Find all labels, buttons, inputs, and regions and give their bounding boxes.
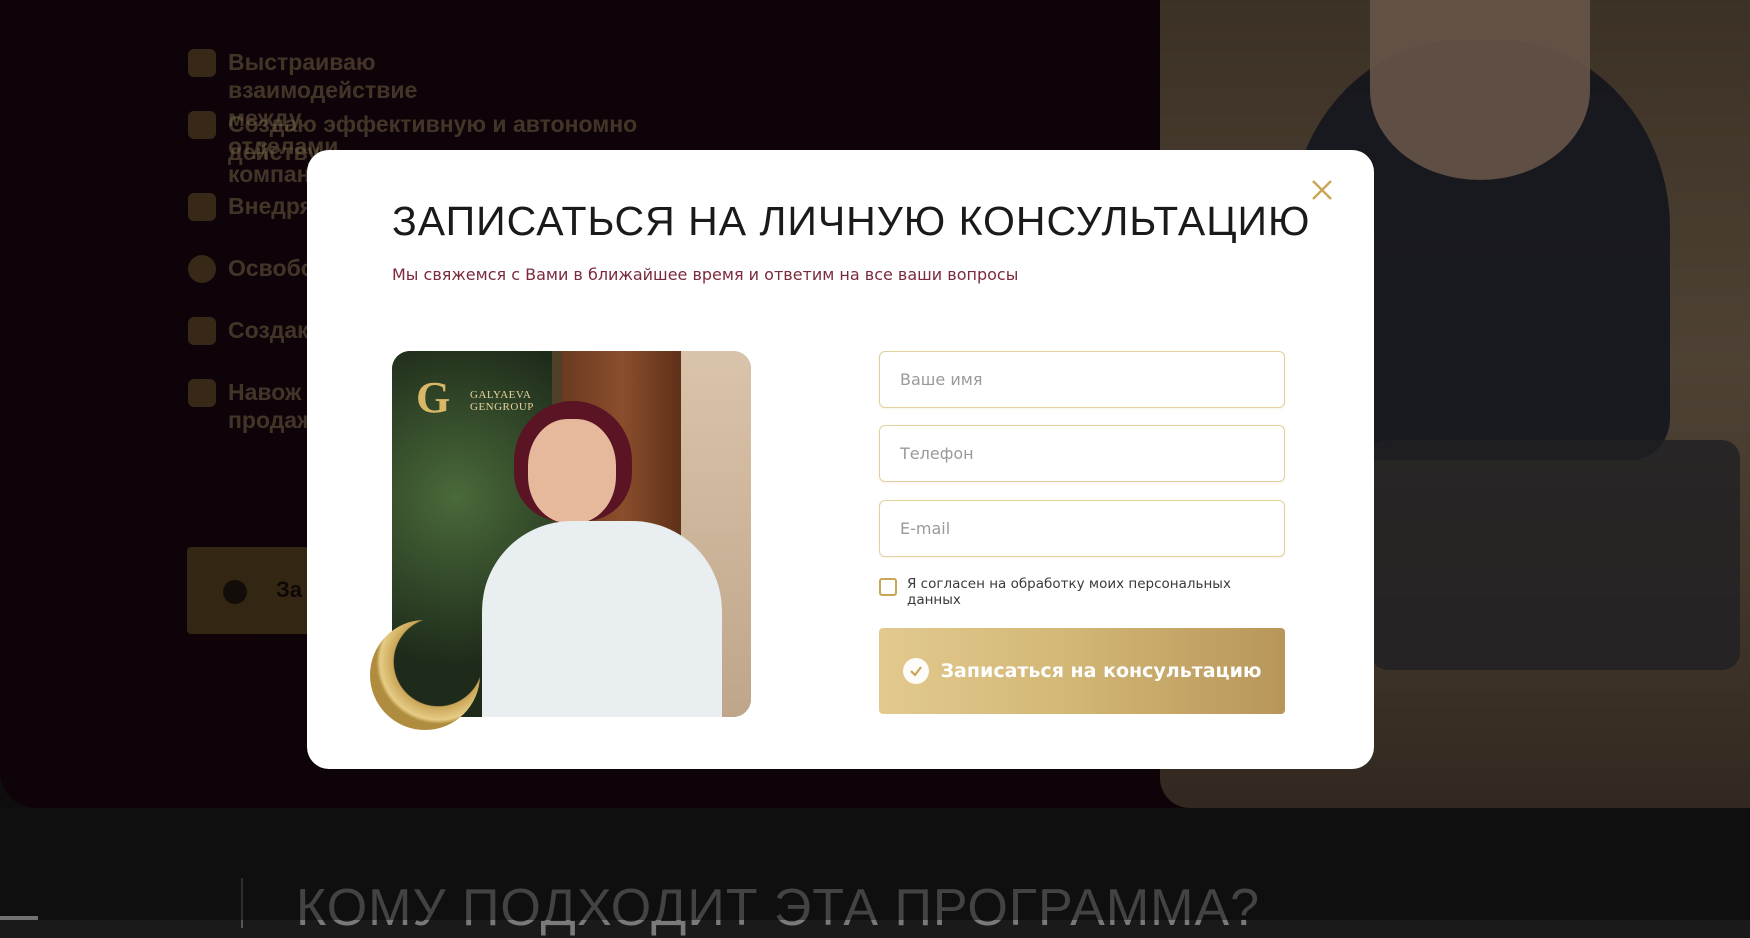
- consent-checkbox[interactable]: [879, 578, 897, 596]
- phone-input[interactable]: [879, 425, 1285, 482]
- company-logo: G: [416, 373, 451, 422]
- name-input[interactable]: [879, 351, 1285, 408]
- email-input[interactable]: [879, 500, 1285, 557]
- consent-row: Я согласен на обработку моих персональны…: [879, 576, 1237, 608]
- consultation-modal: ЗАПИСАТЬСЯ НА ЛИЧНУЮ КОНСУЛЬТАЦИЮ Мы свя…: [307, 150, 1374, 769]
- modal-title: ЗАПИСАТЬСЯ НА ЛИЧНУЮ КОНСУЛЬТАЦИЮ: [392, 198, 1311, 244]
- company-logo-text: GALYAEVA GENGROUP: [470, 389, 534, 413]
- modal-subtitle: Мы свяжемся с Вами в ближайшее время и о…: [392, 265, 1019, 284]
- submit-label: Записаться на консультацию: [940, 660, 1262, 682]
- consent-label: Я согласен на обработку моих персональны…: [907, 576, 1231, 608]
- check-icon: [902, 658, 929, 684]
- consultant-photo: G GALYAEVA GENGROUP: [392, 351, 751, 717]
- submit-consultation-button[interactable]: Записаться на консультацию: [879, 628, 1285, 714]
